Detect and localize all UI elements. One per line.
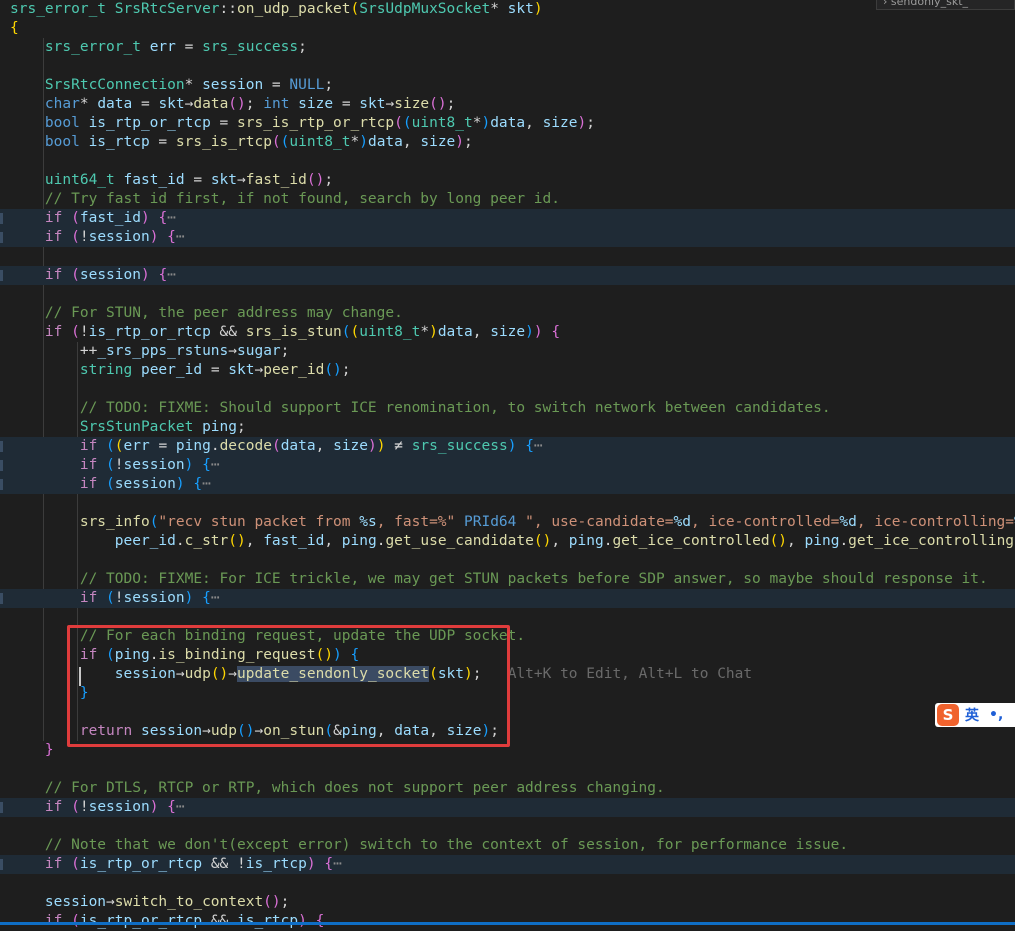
code-line[interactable]: srs_info("recv stun packet from %s, fast… — [0, 513, 1015, 532]
ime-punctuation-toggle[interactable]: •, — [989, 707, 1003, 723]
line-text: } — [44, 742, 54, 758]
search-widget[interactable]: › sendonly_skt_ — [876, 0, 1015, 10]
code-line[interactable]: // Note that we don't(except error) swit… — [0, 836, 1015, 855]
code-line[interactable]: bool is_rtp_or_rtcp = srs_is_rtp_or_rtcp… — [0, 114, 1015, 133]
line-text: peer_id.c_str(), fast_id, ping.get_use_c… — [114, 533, 1015, 549]
code-line[interactable]: string peer_id = skt→peer_id(); — [0, 361, 1015, 380]
line-text: SrsStunPacket ping; — [79, 419, 246, 435]
line-text: if (!session) {⋯ — [79, 590, 220, 606]
line-text: // For STUN, the peer address may change… — [44, 305, 403, 321]
code-line[interactable]: // TODO: FIXME: For ICE trickle, we may … — [0, 570, 1015, 589]
code-line-folded[interactable]: if (!session) {⋯ — [0, 456, 1015, 475]
code-line[interactable]: // For STUN, the peer address may change… — [0, 304, 1015, 323]
line-text: { — [10, 20, 19, 36]
code-line-folded[interactable]: if (session) {⋯ — [0, 266, 1015, 285]
code-line[interactable]: // TODO: FIXME: Should support ICE renom… — [0, 399, 1015, 418]
code-line[interactable]: bool is_rtcp = srs_is_rtcp((uint8_t*)dat… — [0, 133, 1015, 152]
inline-chat-hint: Alt+K to Edit, Alt+L to Chat — [507, 666, 753, 682]
code-line[interactable]: session→switch_to_context(); — [0, 893, 1015, 912]
line-text: bool is_rtcp = srs_is_rtcp((uint8_t*)dat… — [44, 134, 473, 150]
line-text: srs_error_t err = srs_success; — [44, 39, 307, 55]
code-line[interactable]: ++_srs_pps_rstuns→sugar; — [0, 342, 1015, 361]
code-line-folded[interactable]: if (!session) {⋯ — [0, 589, 1015, 608]
ime-language-toggle[interactable]: 英 — [965, 705, 979, 725]
code-line-folded[interactable]: if (session) {⋯ — [0, 475, 1015, 494]
line-text: if (session) {⋯ — [44, 267, 176, 283]
code-line[interactable]: uint64_t fast_id = skt→fast_id(); — [0, 171, 1015, 190]
code-line[interactable]: SrsStunPacket ping; — [0, 418, 1015, 437]
code-line[interactable]: srs_error_t err = srs_success; — [0, 38, 1015, 57]
line-text: char* data = skt→data(); int size = skt→… — [44, 96, 456, 112]
line-text: if (!is_rtp_or_rtcp && srs_is_stun((uint… — [44, 324, 561, 340]
code-line-folded[interactable]: if (fast_id) {⋯ — [0, 209, 1015, 228]
code-line-folded[interactable]: if (!session) {⋯ — [0, 228, 1015, 247]
line-text: // Note that we don't(except error) swit… — [44, 837, 849, 853]
line-text: if (!session) {⋯ — [44, 229, 185, 245]
line-text: // TODO: FIXME: Should support ICE renom… — [79, 400, 831, 416]
line-text: // Try fast id first, if not found, sear… — [44, 191, 560, 207]
annotation-highlight-box — [67, 625, 510, 747]
line-text: srs_info("recv stun packet from %s, fast… — [79, 514, 1015, 530]
line-text: if (is_rtp_or_rtcp && !is_rtcp) {⋯ — [44, 856, 342, 872]
code-line[interactable]: srs_error_t SrsRtcServer::on_udp_packet(… — [0, 0, 1015, 19]
line-text: // TODO: FIXME: For ICE trickle, we may … — [79, 571, 988, 587]
line-text: if ((err = ping.decode(data, size)) ≠ sr… — [79, 438, 543, 454]
line-text: if (fast_id) {⋯ — [44, 210, 176, 226]
line-text: ++_srs_pps_rstuns→sugar; — [79, 343, 290, 359]
line-text: string peer_id = skt→peer_id(); — [79, 362, 351, 378]
code-line[interactable]: if (!is_rtp_or_rtcp && srs_is_stun((uint… — [0, 323, 1015, 342]
line-text: bool is_rtp_or_rtcp = srs_is_rtp_or_rtcp… — [44, 115, 595, 131]
code-line-folded[interactable]: if (is_rtp_or_rtcp && !is_rtcp) {⋯ — [0, 855, 1015, 874]
line-text: uint64_t fast_id = skt→fast_id(); — [44, 172, 334, 188]
code-line[interactable]: SrsRtcConnection* session = NULL; — [0, 76, 1015, 95]
ime-toolbar[interactable]: S 英 •, — [935, 703, 1015, 727]
line-text: session→switch_to_context(); — [44, 894, 290, 910]
code-line[interactable]: { — [0, 19, 1015, 38]
line-text: if (session) {⋯ — [79, 476, 211, 492]
code-editor[interactable]: srs_error_t SrsRtcServer::on_udp_packet(… — [0, 0, 1015, 929]
code-line-folded[interactable]: if (!session) {⋯ — [0, 798, 1015, 817]
line-text: // For DTLS, RTCP or RTP, which does not… — [44, 780, 665, 796]
line-text: if (!session) {⋯ — [44, 799, 185, 815]
line-text: if (!session) {⋯ — [79, 457, 220, 473]
sogou-icon[interactable]: S — [937, 704, 959, 726]
code-line[interactable]: // Try fast id first, if not found, sear… — [0, 190, 1015, 209]
line-text: SrsRtcConnection* session = NULL; — [44, 77, 334, 93]
code-line[interactable]: char* data = skt→data(); int size = skt→… — [0, 95, 1015, 114]
code-line[interactable]: peer_id.c_str(), fast_id, ping.get_use_c… — [0, 532, 1015, 551]
code-line[interactable]: // For DTLS, RTCP or RTP, which does not… — [0, 779, 1015, 798]
code-line-folded[interactable]: if ((err = ping.decode(data, size)) ≠ sr… — [0, 437, 1015, 456]
line-text: srs_error_t SrsRtcServer::on_udp_packet(… — [10, 1, 543, 17]
